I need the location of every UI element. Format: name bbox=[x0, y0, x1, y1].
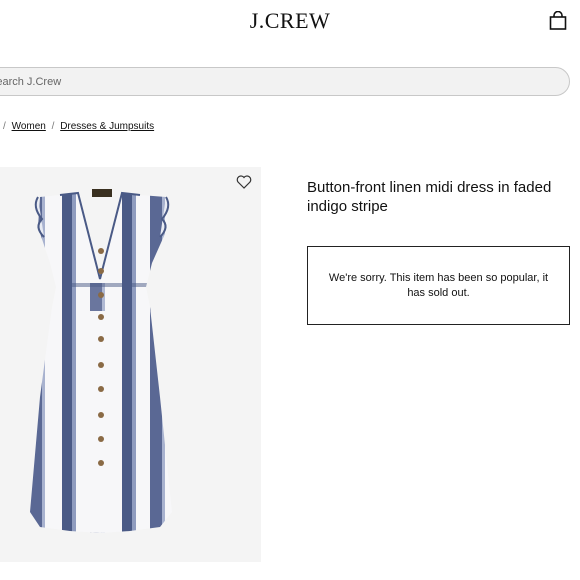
sold-out-message: We're sorry. This item has been so popul… bbox=[328, 271, 549, 299]
shopping-bag-icon[interactable] bbox=[549, 11, 567, 30]
product-title: Button-front linen midi dress in faded i… bbox=[307, 179, 552, 215]
sold-out-notice: We're sorry. This item has been so popul… bbox=[307, 246, 570, 325]
breadcrumb-women-link[interactable]: Women bbox=[12, 121, 46, 132]
breadcrumb-dresses-link[interactable]: Dresses & Jumpsuits bbox=[60, 121, 154, 132]
striped-dress-illustration bbox=[30, 189, 172, 533]
search-bar[interactable] bbox=[0, 67, 570, 96]
product-image[interactable] bbox=[0, 167, 261, 562]
breadcrumb: / Women / Dresses & Jumpsuits bbox=[0, 121, 154, 132]
jcrew-logo[interactable]: J.CREW bbox=[0, 8, 580, 34]
search-input[interactable] bbox=[0, 68, 549, 95]
heart-icon[interactable] bbox=[236, 175, 252, 189]
breadcrumb-separator: / bbox=[3, 121, 6, 132]
breadcrumb-separator: / bbox=[51, 121, 55, 132]
